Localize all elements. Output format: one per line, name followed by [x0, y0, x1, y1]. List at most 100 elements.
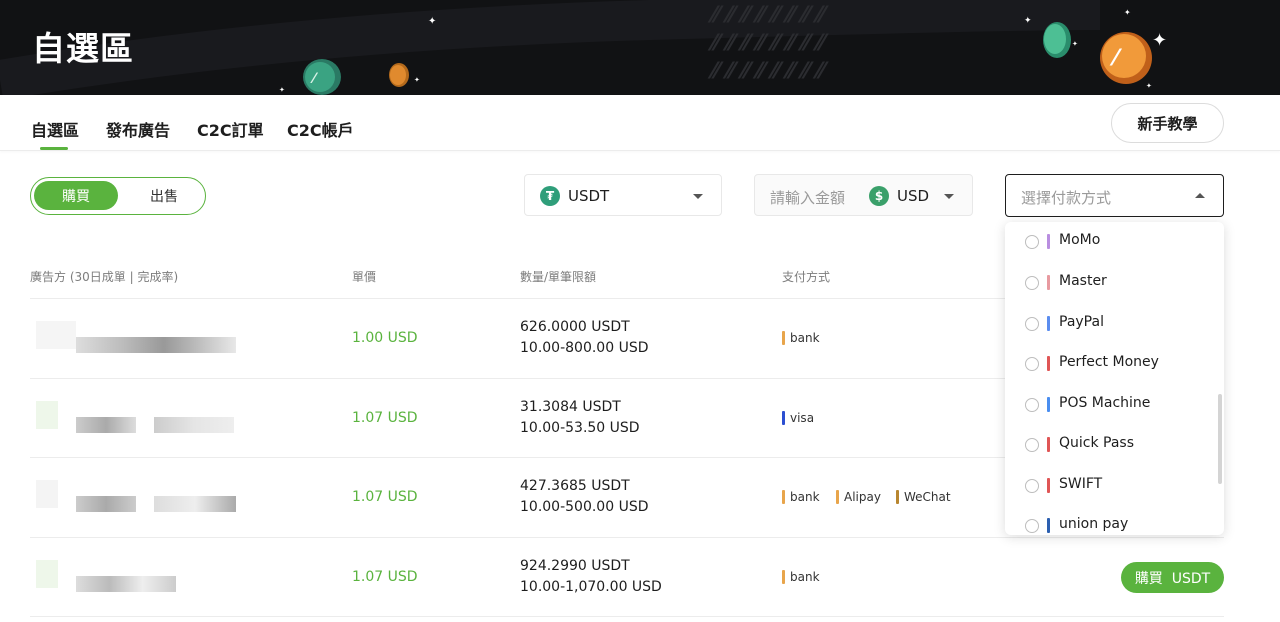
available-amount: 924.2990 USDT — [520, 558, 630, 574]
payment-option-label: Perfect Money — [1059, 354, 1159, 370]
table-row: 1.07 USD 924.2990 USDT 10.00-1,070.00 US… — [30, 537, 1224, 617]
payment-option-perfect-money[interactable]: Perfect Money — [1005, 344, 1224, 384]
unit-price: 1.07 USD — [352, 489, 418, 505]
header-price: 單價 — [352, 270, 377, 284]
radio-icon[interactable] — [1025, 276, 1039, 290]
usdt-icon: ₮ — [540, 186, 560, 206]
radio-icon[interactable] — [1025, 479, 1039, 493]
payment-color-bar — [1047, 518, 1050, 533]
coin-teal-icon — [1043, 22, 1071, 58]
payment-color-bar — [1047, 234, 1050, 249]
unit-price: 1.00 USD — [352, 330, 418, 346]
radio-icon[interactable] — [1025, 357, 1039, 371]
payment-option-union-pay[interactable]: union pay — [1005, 506, 1224, 535]
sell-toggle-button[interactable]: 出售 — [126, 181, 202, 210]
payment-option-paypal[interactable]: PayPal — [1005, 304, 1224, 344]
payment-color-bar — [1047, 397, 1050, 412]
tab-c2c-orders[interactable]: C2C訂單 — [197, 117, 264, 141]
payment-tag: bank — [782, 570, 820, 584]
svg-text:✦: ✦ — [279, 86, 285, 94]
payment-color-bar — [1047, 316, 1050, 331]
crypto-select-value: USDT — [568, 187, 610, 205]
payment-tag: visa — [782, 411, 814, 425]
payment-option-label: Master — [1059, 273, 1107, 289]
payment-tag: WeChat — [896, 490, 951, 504]
order-limit: 10.00-1,070.00 USD — [520, 579, 662, 595]
payment-option-label: POS Machine — [1059, 395, 1151, 411]
header-advertiser: 廣告方 (30日成單 | 完成率) — [30, 270, 179, 284]
payment-option-swift[interactable]: SWIFT — [1005, 466, 1224, 506]
page-banner: ⁄⁄ ⁄⁄ ⁄⁄ ⁄⁄ ⁄⁄ ⁄⁄ ⁄⁄ ⁄⁄ ⁄⁄ ⁄⁄ ⁄⁄ ⁄⁄ ⁄⁄ ⁄… — [0, 0, 1280, 95]
advertiser-blurred — [36, 395, 236, 441]
advertiser-blurred — [36, 474, 236, 520]
payment-method-select[interactable]: 選擇付款方式 — [1005, 174, 1224, 217]
payment-option-label: MoMo — [1059, 232, 1101, 248]
svg-text:⁄⁄ ⁄⁄ ⁄⁄ ⁄⁄ ⁄⁄ ⁄⁄ ⁄⁄ ⁄⁄: ⁄⁄ ⁄⁄ ⁄⁄ ⁄⁄ ⁄⁄ ⁄⁄ ⁄⁄ ⁄⁄ — [707, 31, 830, 56]
chevron-down-icon[interactable] — [944, 194, 954, 199]
payment-tag: Alipay — [836, 490, 881, 504]
radio-icon[interactable] — [1025, 519, 1039, 533]
payment-option-label: SWIFT — [1059, 476, 1103, 492]
payment-color-bar — [1047, 275, 1050, 290]
coin-bronze-icon — [389, 63, 409, 87]
usd-icon: $ — [869, 186, 889, 206]
order-limit: 10.00-53.50 USD — [520, 420, 640, 436]
active-tab-indicator — [40, 147, 68, 150]
payment-option-quick-pass[interactable]: Quick Pass — [1005, 425, 1224, 465]
payment-method-dropdown: MoMo Master PayPal Perfect Money POS Mac… — [1005, 222, 1224, 535]
payment-option-label: union pay — [1059, 516, 1129, 532]
top-nav: 自選區 發布廣告 C2C訂單 C2C帳戶 新手教學 — [0, 95, 1280, 151]
advertiser-blurred — [36, 315, 236, 361]
dropdown-scrollbar[interactable] — [1218, 394, 1222, 484]
buy-usdt-button[interactable]: 購買 USDT — [1121, 562, 1224, 593]
tab-watchlist[interactable]: 自選區 — [31, 117, 79, 141]
svg-text:⁄⁄ ⁄⁄ ⁄⁄ ⁄⁄ ⁄⁄ ⁄⁄ ⁄⁄ ⁄⁄: ⁄⁄ ⁄⁄ ⁄⁄ ⁄⁄ ⁄⁄ ⁄⁄ ⁄⁄ ⁄⁄ — [707, 59, 830, 84]
crypto-select[interactable]: ₮ USDT — [524, 174, 722, 216]
amount-field[interactable]: 請輸入金額 $ USD — [754, 174, 973, 216]
tab-post-ad[interactable]: 發布廣告 — [106, 117, 170, 141]
payment-option-master[interactable]: Master — [1005, 263, 1224, 303]
payment-tag: bank — [782, 490, 820, 504]
beginner-guide-button[interactable]: 新手教學 — [1111, 103, 1224, 143]
svg-text:✦: ✦ — [1124, 8, 1131, 17]
banner-decoration: ⁄⁄ ⁄⁄ ⁄⁄ ⁄⁄ ⁄⁄ ⁄⁄ ⁄⁄ ⁄⁄ ⁄⁄ ⁄⁄ ⁄⁄ ⁄⁄ ⁄⁄ ⁄… — [0, 0, 1167, 95]
chevron-down-icon — [693, 194, 703, 199]
svg-text:✦: ✦ — [1146, 82, 1152, 90]
header-quantity: 數量/單筆限額 — [520, 270, 597, 284]
coin-orange-icon: ⁄ — [1100, 32, 1152, 84]
payment-option-label: Quick Pass — [1059, 435, 1135, 451]
radio-icon[interactable] — [1025, 317, 1039, 331]
payment-option-pos-machine[interactable]: POS Machine — [1005, 385, 1224, 425]
available-amount: 626.0000 USDT — [520, 319, 630, 335]
payment-tag: bank — [782, 331, 820, 345]
buy-toggle-button[interactable]: 購買 — [34, 181, 118, 210]
coin-green-icon: ⁄ — [303, 59, 341, 95]
header-payment: 支付方式 — [782, 270, 831, 284]
chevron-up-icon — [1195, 193, 1205, 198]
amount-input-placeholder: 請輸入金額 — [770, 189, 846, 207]
payment-color-bar — [1047, 437, 1050, 452]
advertiser-blurred — [36, 554, 236, 600]
payment-select-placeholder: 選擇付款方式 — [1021, 189, 1112, 207]
svg-text:⁄⁄ ⁄⁄ ⁄⁄ ⁄⁄ ⁄⁄ ⁄⁄ ⁄⁄ ⁄⁄: ⁄⁄ ⁄⁄ ⁄⁄ ⁄⁄ ⁄⁄ ⁄⁄ ⁄⁄ ⁄⁄ — [707, 3, 830, 28]
radio-icon[interactable] — [1025, 398, 1039, 412]
radio-icon[interactable] — [1025, 438, 1039, 452]
payment-option-momo[interactable]: MoMo — [1005, 222, 1224, 262]
svg-text:✦: ✦ — [1152, 30, 1167, 51]
order-limit: 10.00-800.00 USD — [520, 340, 649, 356]
svg-text:✦: ✦ — [1072, 40, 1078, 48]
buy-sell-toggle: 購買 出售 — [30, 177, 206, 215]
unit-price: 1.07 USD — [352, 569, 418, 585]
available-amount: 31.3084 USDT — [520, 399, 621, 415]
payment-color-bar — [1047, 478, 1050, 493]
payment-color-bar — [1047, 356, 1050, 371]
svg-text:✦: ✦ — [1024, 16, 1032, 26]
svg-text:✦: ✦ — [414, 76, 420, 84]
tab-c2c-account[interactable]: C2C帳戶 — [287, 117, 354, 141]
payment-option-label: PayPal — [1059, 314, 1104, 330]
page-title: 自選區 — [32, 29, 134, 68]
radio-icon[interactable] — [1025, 235, 1039, 249]
currency-select-value[interactable]: USD — [897, 187, 929, 205]
available-amount: 427.3685 USDT — [520, 478, 630, 494]
svg-text:✦: ✦ — [428, 16, 436, 27]
